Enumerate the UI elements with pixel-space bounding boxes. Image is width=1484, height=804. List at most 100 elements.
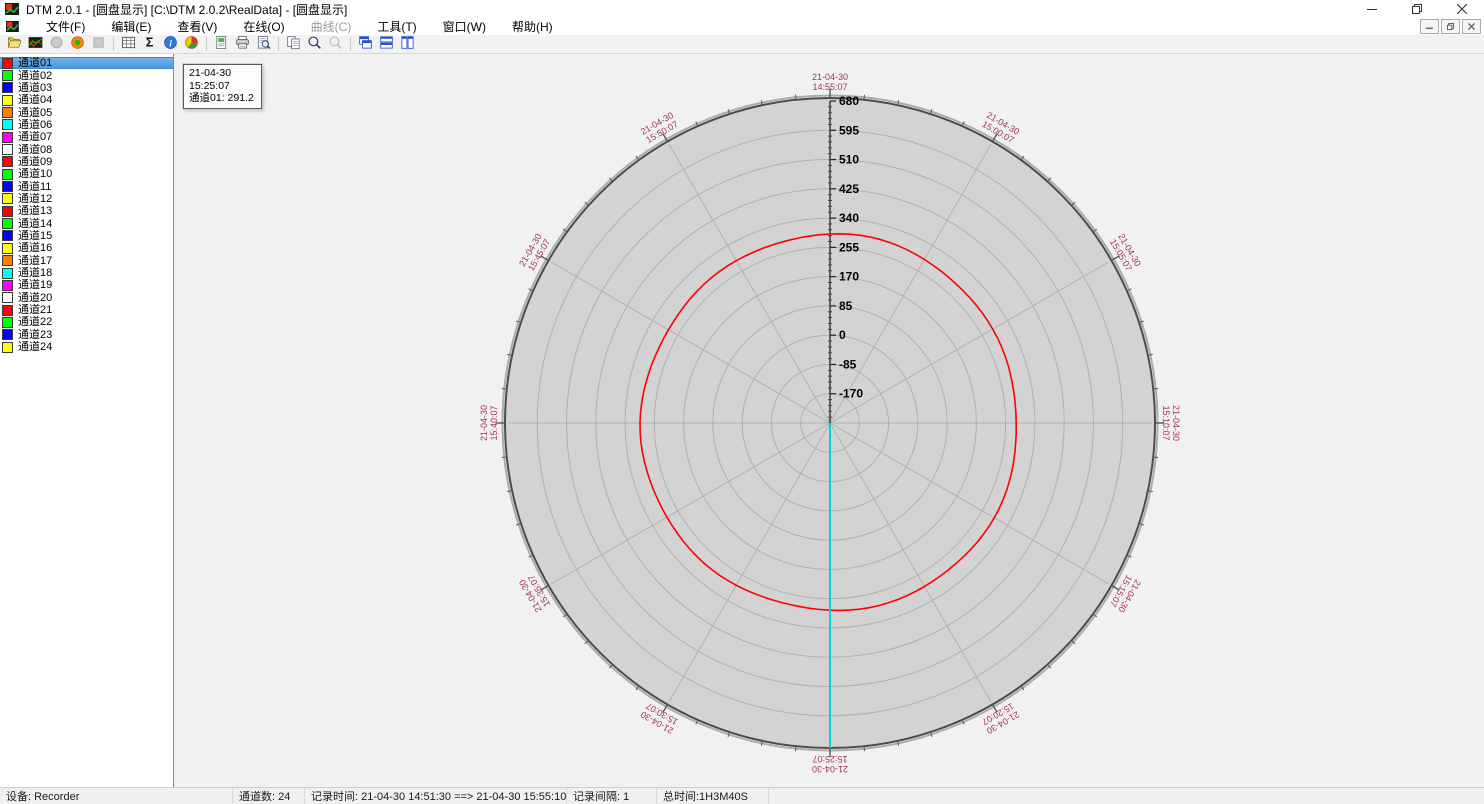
print-preview-icon <box>256 35 271 53</box>
channel-list-item-1[interactable]: 通道01 <box>0 57 173 69</box>
toolbar-separator <box>278 37 279 51</box>
channel-list-item-19[interactable]: 通道19 <box>0 279 173 291</box>
channel-color-swatch <box>2 169 13 180</box>
window-title: DTM 2.0.1 - [圆盘显示] [C:\DTM 2.0.2\RealDat… <box>26 1 347 18</box>
toolbar-zoom-in-button[interactable] <box>304 36 325 53</box>
channel-label: 通道09 <box>18 156 52 168</box>
toolbar-cascade-windows-button[interactable] <box>355 36 376 53</box>
menu-item-编辑[interactable]: 编辑(E) <box>98 18 164 35</box>
channel-list-item-24[interactable]: 通道24 <box>0 341 173 353</box>
channel-list-item-12[interactable]: 通道12 <box>0 193 173 205</box>
channel-color-swatch <box>2 119 13 130</box>
channel-list: 通道01通道02通道03通道04通道05通道06通道07通道08通道09通道10… <box>0 54 174 787</box>
channel-list-item-4[interactable]: 通道04 <box>0 94 173 106</box>
channel-label: 通道21 <box>18 304 52 316</box>
menu-item-在线[interactable]: 在线(O) <box>230 18 297 35</box>
channel-list-item-7[interactable]: 通道07 <box>0 131 173 143</box>
menu-item-文件[interactable]: 文件(F) <box>33 18 98 35</box>
channel-color-swatch <box>2 305 13 316</box>
child-minimize-button[interactable] <box>1420 19 1439 34</box>
toolbar-print-button[interactable] <box>232 36 253 53</box>
channel-list-item-16[interactable]: 通道16 <box>0 242 173 254</box>
channel-list-item-9[interactable]: 通道09 <box>0 156 173 168</box>
main-content: 通道01通道02通道03通道04通道05通道06通道07通道08通道09通道10… <box>0 54 1484 787</box>
minimize-button[interactable] <box>1349 0 1394 18</box>
channel-list-item-10[interactable]: 通道10 <box>0 168 173 180</box>
menu-item-查看[interactable]: 查看(V) <box>164 18 230 35</box>
toolbar-trend-chart-button[interactable] <box>25 36 46 53</box>
toolbar-tile-vertical-button[interactable] <box>397 36 418 53</box>
channel-label: 通道23 <box>18 329 52 341</box>
channel-list-item-21[interactable]: 通道21 <box>0 304 173 316</box>
axis-value-label: 170 <box>839 270 859 284</box>
channel-label: 通道13 <box>18 205 52 217</box>
circular-chart[interactable]: 680595510425340255170850-85-17021-04-301… <box>174 54 1484 787</box>
channel-label: 通道24 <box>18 341 52 353</box>
channel-label: 通道01 <box>18 57 52 69</box>
toolbar-record-active-button[interactable] <box>67 36 88 53</box>
data-tooltip: 21-04-30 15:25:07 通道01: 291.2 <box>183 64 262 109</box>
channel-list-item-15[interactable]: 通道15 <box>0 230 173 242</box>
channel-list-item-18[interactable]: 通道18 <box>0 267 173 279</box>
channel-list-item-3[interactable]: 通道03 <box>0 82 173 94</box>
rim-tick <box>864 95 865 100</box>
svg-text:Σ: Σ <box>146 36 154 50</box>
toolbar-separator <box>113 37 114 51</box>
channel-list-item-8[interactable]: 通道08 <box>0 143 173 155</box>
channel-list-item-23[interactable]: 通道23 <box>0 329 173 341</box>
axis-value-label: 85 <box>839 299 853 313</box>
cascade-windows-icon <box>358 35 373 53</box>
channel-label: 通道06 <box>18 119 52 131</box>
child-close-button[interactable] <box>1462 19 1481 34</box>
toolbar-open-folder-button[interactable] <box>4 36 25 53</box>
tooltip-channel-value: 通道01: 291.2 <box>189 92 254 105</box>
channel-list-item-6[interactable]: 通道06 <box>0 119 173 131</box>
channel-label: 通道11 <box>18 181 51 193</box>
toolbar-export-image-button[interactable] <box>211 36 232 53</box>
toolbar-sigma-statistics-button[interactable]: Σ <box>139 36 160 53</box>
trend-chart-icon <box>28 35 43 53</box>
axis-value-label: 340 <box>839 211 859 225</box>
menu-item-窗口[interactable]: 窗口(W) <box>430 18 499 35</box>
channel-list-item-13[interactable]: 通道13 <box>0 205 173 217</box>
copy-icon <box>286 35 301 53</box>
time-label: 21-04-3015:40:07 <box>479 405 499 441</box>
channel-list-item-11[interactable]: 通道11 <box>0 180 173 192</box>
channel-color-swatch <box>2 193 13 204</box>
channel-color-swatch <box>2 82 13 93</box>
channel-color-swatch <box>2 107 13 118</box>
toolbar-tile-horizontal-button[interactable] <box>376 36 397 53</box>
channel-label: 通道18 <box>18 267 52 279</box>
channel-list-item-5[interactable]: 通道05 <box>0 106 173 118</box>
channel-list-item-2[interactable]: 通道02 <box>0 69 173 81</box>
time-label: 21-04-3015:10:07 <box>1161 405 1181 441</box>
toolbar-record-idle-button <box>46 36 67 53</box>
toolbar-print-preview-button[interactable] <box>253 36 274 53</box>
channel-color-swatch <box>2 255 13 266</box>
menu-item-工具[interactable]: 工具(T) <box>364 18 429 35</box>
channel-list-item-17[interactable]: 通道17 <box>0 255 173 267</box>
menu-items: 文件(F)编辑(E)查看(V)在线(O)曲线(C)工具(T)窗口(W)帮助(H) <box>33 18 566 35</box>
channel-color-swatch <box>2 144 13 155</box>
close-button[interactable] <box>1439 0 1484 18</box>
stop-icon <box>91 35 106 53</box>
rim-tick <box>502 457 507 458</box>
channel-list-item-20[interactable]: 通道20 <box>0 292 173 304</box>
restore-button[interactable] <box>1394 0 1439 18</box>
svg-text:i: i <box>169 38 172 48</box>
channel-list-item-14[interactable]: 通道14 <box>0 217 173 229</box>
rim-tick <box>1153 457 1158 458</box>
channel-label: 通道02 <box>18 70 52 82</box>
record-active-icon <box>70 35 85 53</box>
toolbar-copy-button[interactable] <box>283 36 304 53</box>
toolbar-data-table-button[interactable] <box>118 36 139 53</box>
child-restore-button[interactable] <box>1441 19 1460 34</box>
toolbar-pie-chart-button[interactable] <box>181 36 202 53</box>
channel-color-swatch <box>2 342 13 353</box>
menu-item-帮助[interactable]: 帮助(H) <box>499 18 566 35</box>
channel-list-item-22[interactable]: 通道22 <box>0 316 173 328</box>
toolbar-info-button[interactable]: i <box>160 36 181 53</box>
axis-value-label: 425 <box>839 182 859 196</box>
tile-horizontal-icon <box>379 35 394 53</box>
axis-value-label: -85 <box>839 357 857 371</box>
